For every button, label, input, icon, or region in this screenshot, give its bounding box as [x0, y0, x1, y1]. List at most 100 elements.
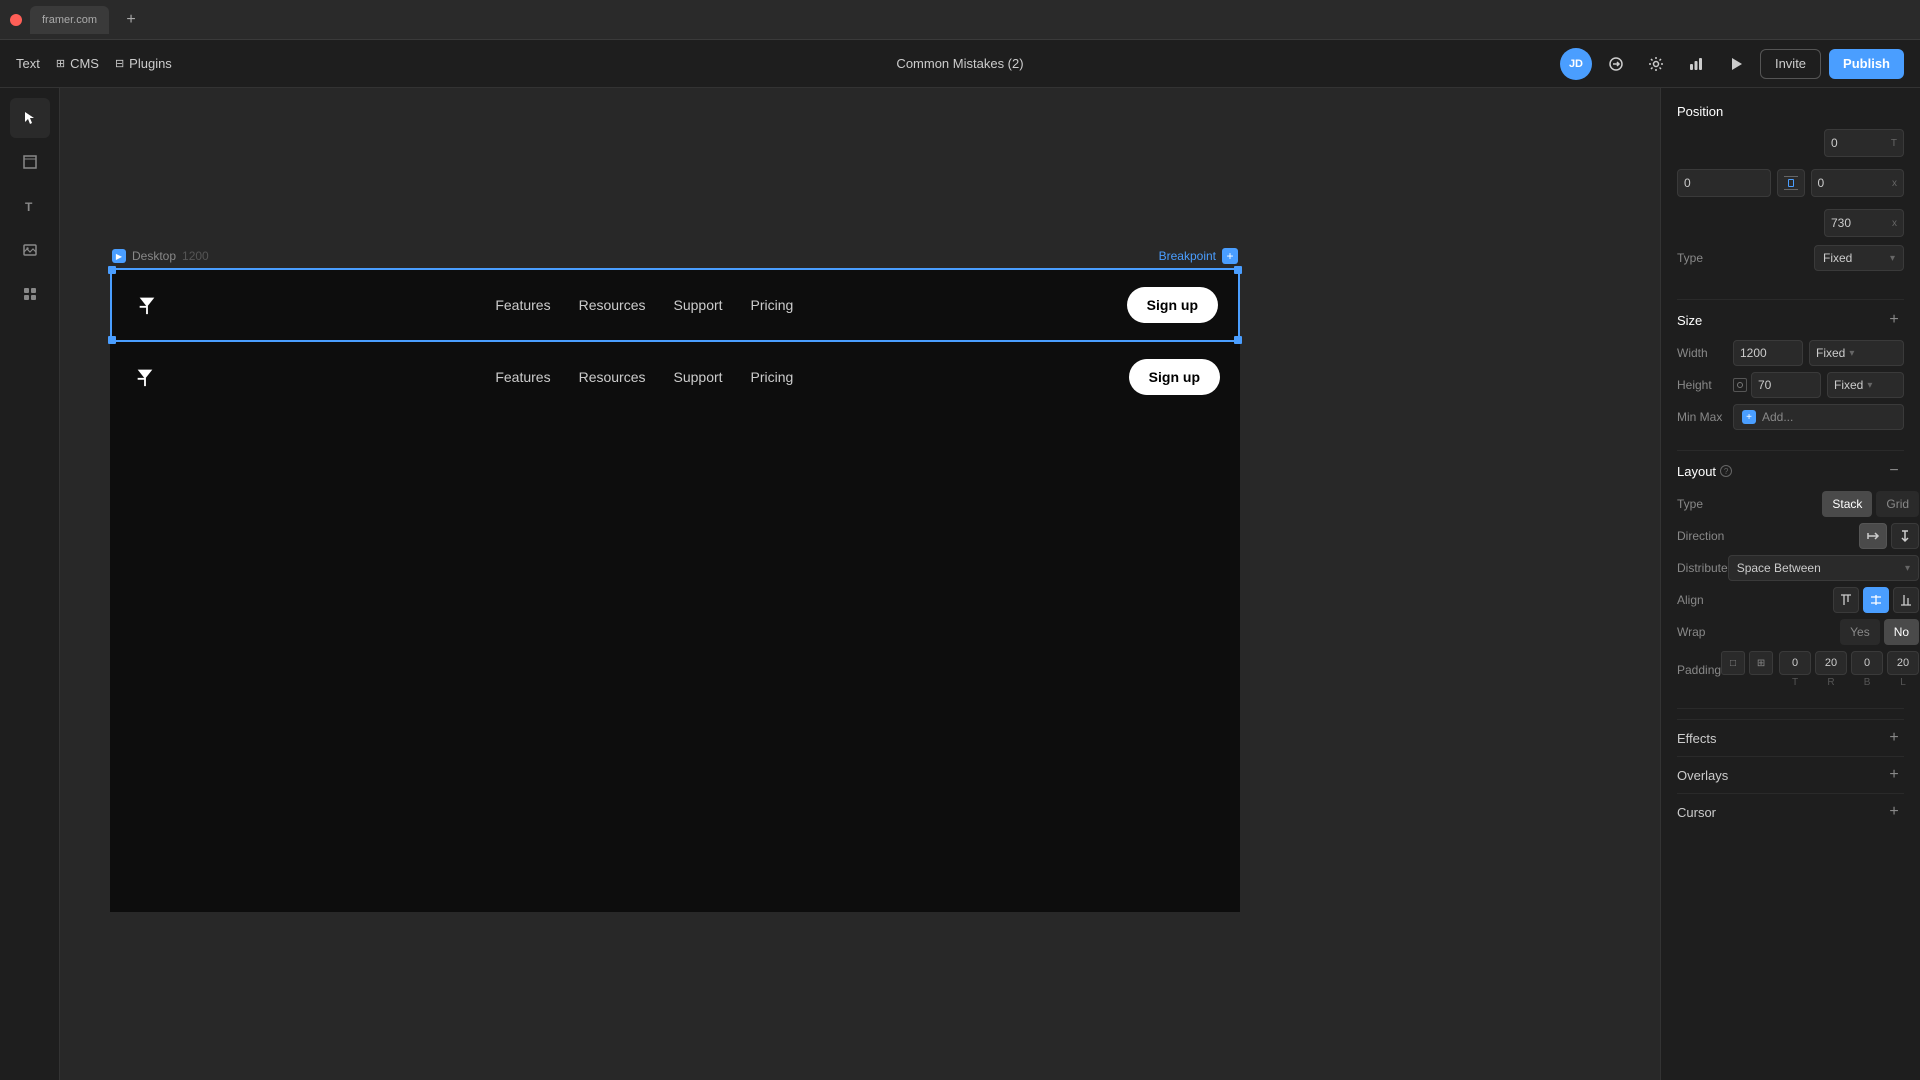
minmax-label: Min Max	[1677, 410, 1727, 424]
padding-left-val[interactable]: 20	[1887, 651, 1919, 675]
position-left-input[interactable]: 0	[1677, 169, 1771, 197]
frame-container: ▶ Desktop 1200 Breakpoint +	[110, 248, 1240, 912]
effects-row[interactable]: Effects +	[1677, 719, 1904, 756]
layout-dir-horizontal-btn[interactable]	[1859, 523, 1887, 549]
nav-link-resources-2[interactable]: Resources	[579, 369, 646, 385]
layout-type-label: Type	[1677, 497, 1703, 511]
tab-close-btn[interactable]	[10, 14, 22, 26]
height-link-btn[interactable]	[1733, 378, 1747, 392]
nav-link-features-2[interactable]: Features	[495, 369, 550, 385]
settings-btn[interactable]	[1640, 48, 1672, 80]
position-type-dropdown[interactable]: Fixed ▾	[1814, 245, 1904, 271]
layout-info-icon[interactable]: ?	[1720, 465, 1732, 477]
user-avatar[interactable]: JD	[1560, 48, 1592, 80]
text-tool-sidebar[interactable]: T	[10, 186, 50, 226]
canvas-area[interactable]: ▶ Desktop 1200 Breakpoint +	[60, 88, 1660, 1080]
content-area	[110, 412, 1240, 912]
width-type-dropdown[interactable]: Fixed ▾	[1809, 340, 1904, 366]
resize-handle-br[interactable]	[1234, 336, 1242, 344]
size-title: Size	[1677, 313, 1702, 328]
padding-top-val[interactable]: 0	[1779, 651, 1811, 675]
resize-handle-tr[interactable]	[1234, 266, 1242, 274]
layout-padding-label: Padding	[1677, 663, 1721, 677]
layout-align-buttons	[1833, 587, 1919, 613]
height-value-input[interactable]: 70	[1751, 372, 1821, 398]
share-btn[interactable]	[1600, 48, 1632, 80]
padding-t-label: T	[1779, 677, 1811, 688]
nav-link-features-1[interactable]: Features	[495, 297, 550, 313]
nav-link-resources-1[interactable]: Resources	[579, 297, 646, 313]
position-top-input[interactable]: 0 T	[1824, 129, 1904, 157]
center-line-top	[1784, 176, 1798, 177]
new-tab-btn[interactable]: +	[117, 6, 145, 34]
browser-chrome: framer.com +	[0, 0, 1920, 40]
padding-values: 0 20 0 20	[1779, 651, 1919, 675]
size-plus-btn[interactable]: +	[1884, 310, 1904, 330]
position-bottom-value: 730	[1831, 216, 1851, 230]
position-bottom-input[interactable]: 730 x	[1824, 209, 1904, 237]
resize-handle-bl[interactable]	[108, 336, 116, 344]
nav-link-support-2[interactable]: Support	[674, 369, 723, 385]
layout-wrap-buttons: Yes No	[1840, 619, 1919, 645]
height-row: Height 70 Fixed ▾	[1677, 372, 1904, 398]
breakpoint-plus-btn[interactable]: +	[1222, 248, 1238, 264]
nav-link-support-1[interactable]: Support	[674, 297, 723, 313]
layout-distribute-label: Distribute	[1677, 561, 1728, 575]
padding-icon-all[interactable]: □	[1721, 651, 1745, 675]
minmax-add-label: Add...	[1762, 410, 1793, 424]
wrap-no-btn[interactable]: No	[1884, 619, 1919, 645]
preview-btn[interactable]	[1720, 48, 1752, 80]
analytics-btn[interactable]	[1680, 48, 1712, 80]
layout-stack-btn[interactable]: Stack	[1822, 491, 1872, 517]
position-right-unit: x	[1892, 178, 1897, 189]
layout-section: Layout ? − Type Stack Grid Direction	[1677, 461, 1904, 688]
text-tool-label: Text	[16, 56, 40, 71]
height-type-dropdown[interactable]: Fixed ▾	[1827, 372, 1904, 398]
nav-link-pricing-2[interactable]: Pricing	[751, 369, 794, 385]
padding-icon-separate[interactable]: ⊞	[1749, 651, 1773, 675]
navbar-links-2: Features Resources Support Pricing	[495, 369, 793, 385]
layout-minus-btn[interactable]: −	[1884, 461, 1904, 481]
overlays-plus-btn[interactable]: +	[1884, 765, 1904, 785]
padding-bottom-val[interactable]: 0	[1851, 651, 1883, 675]
position-type-row: Type Fixed ▾	[1677, 245, 1904, 271]
position-middle-row: 0 0 x	[1677, 169, 1904, 197]
frame-tool[interactable]	[10, 142, 50, 182]
cursor-row[interactable]: Cursor +	[1677, 793, 1904, 830]
tool-plugins[interactable]: ⊟ Plugins	[115, 56, 172, 71]
image-tool[interactable]	[10, 230, 50, 270]
layout-grid-btn[interactable]: Grid	[1876, 491, 1919, 517]
padding-right-val[interactable]: 20	[1815, 651, 1847, 675]
layout-distribute-dropdown[interactable]: Space Between ▾	[1728, 555, 1919, 581]
signup-btn-1[interactable]: Sign up	[1127, 287, 1218, 323]
tool-cms[interactable]: ⊞ CMS	[56, 56, 99, 71]
layout-type-buttons: Stack Grid	[1822, 491, 1919, 517]
layout-dir-vertical-btn[interactable]	[1891, 523, 1919, 549]
width-type-value: Fixed	[1816, 346, 1845, 360]
publish-button[interactable]: Publish	[1829, 49, 1904, 79]
invite-button[interactable]: Invite	[1760, 49, 1821, 79]
overlays-row[interactable]: Overlays +	[1677, 756, 1904, 793]
nav-link-pricing-1[interactable]: Pricing	[751, 297, 794, 313]
navbar-selected-container[interactable]: Features Resources Support Pricing Sign …	[110, 268, 1240, 342]
cursor-label: Cursor	[1677, 805, 1716, 820]
resize-handle-tl[interactable]	[108, 266, 116, 274]
signup-btn-2[interactable]: Sign up	[1129, 359, 1220, 395]
position-center-icon[interactable]	[1777, 169, 1805, 197]
align-top-btn[interactable]	[1833, 587, 1859, 613]
browser-tab[interactable]: framer.com	[30, 6, 109, 34]
position-right-input[interactable]: 0 x	[1811, 169, 1905, 197]
minmax-add-btn[interactable]: + Add...	[1733, 404, 1904, 430]
effects-plus-btn[interactable]: +	[1884, 728, 1904, 748]
width-value-input[interactable]: 1200	[1733, 340, 1803, 366]
wrap-yes-btn[interactable]: Yes	[1840, 619, 1880, 645]
device-label: Desktop	[132, 249, 176, 263]
select-tool[interactable]	[10, 98, 50, 138]
align-bottom-btn[interactable]	[1893, 587, 1919, 613]
frame-label-left: ▶ Desktop 1200	[112, 249, 209, 263]
align-center-btn[interactable]	[1863, 587, 1889, 613]
cursor-plus-btn[interactable]: +	[1884, 802, 1904, 822]
tool-text[interactable]: Text	[16, 56, 40, 71]
component-tool[interactable]	[10, 274, 50, 314]
layout-wrap-label: Wrap	[1677, 625, 1705, 639]
